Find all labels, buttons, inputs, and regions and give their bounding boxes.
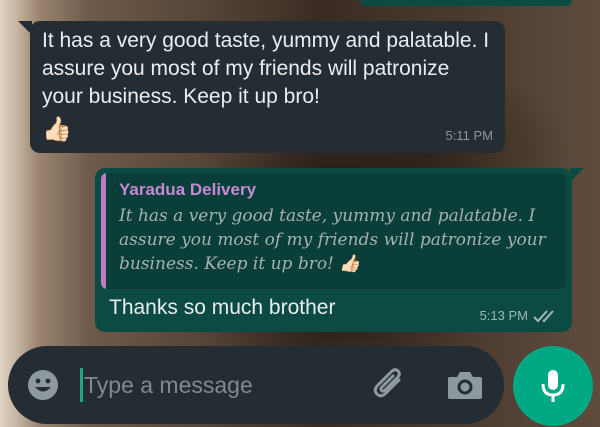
paperclip-icon[interactable]: [370, 366, 410, 404]
camera-icon[interactable]: [446, 368, 484, 402]
incoming-message-time: 5:11 PM: [445, 128, 493, 143]
message-input[interactable]: Type a message: [84, 372, 253, 399]
quoted-message[interactable]: Yaradua Delivery It has a very good tast…: [101, 173, 566, 289]
outgoing-message-time: 5:13 PM: [479, 308, 528, 323]
text-cursor: [80, 368, 83, 402]
quote-accent-bar: [101, 173, 106, 289]
thumbs-up-emoji: 👍🏻: [42, 116, 72, 143]
quoted-author: Yaradua Delivery: [119, 180, 257, 199]
incoming-message-text: It has a very good taste, yummy and pala…: [42, 29, 490, 108]
incoming-message-bubble[interactable]: It has a very good taste, yummy and pala…: [18, 21, 505, 153]
smiley-icon[interactable]: [26, 368, 60, 402]
previous-message-bubble-edge: [360, 0, 572, 6]
outgoing-message-bubble[interactable]: Yaradua Delivery It has a very good tast…: [95, 168, 584, 332]
microphone-icon: [541, 370, 565, 402]
microphone-button[interactable]: [513, 346, 593, 426]
quoted-text: It has a very good taste, yummy and pala…: [119, 206, 546, 274]
double-check-read-icon: [533, 310, 554, 323]
message-composer: Type a message: [8, 346, 504, 424]
outgoing-message-text: Thanks so much brother: [109, 296, 336, 319]
